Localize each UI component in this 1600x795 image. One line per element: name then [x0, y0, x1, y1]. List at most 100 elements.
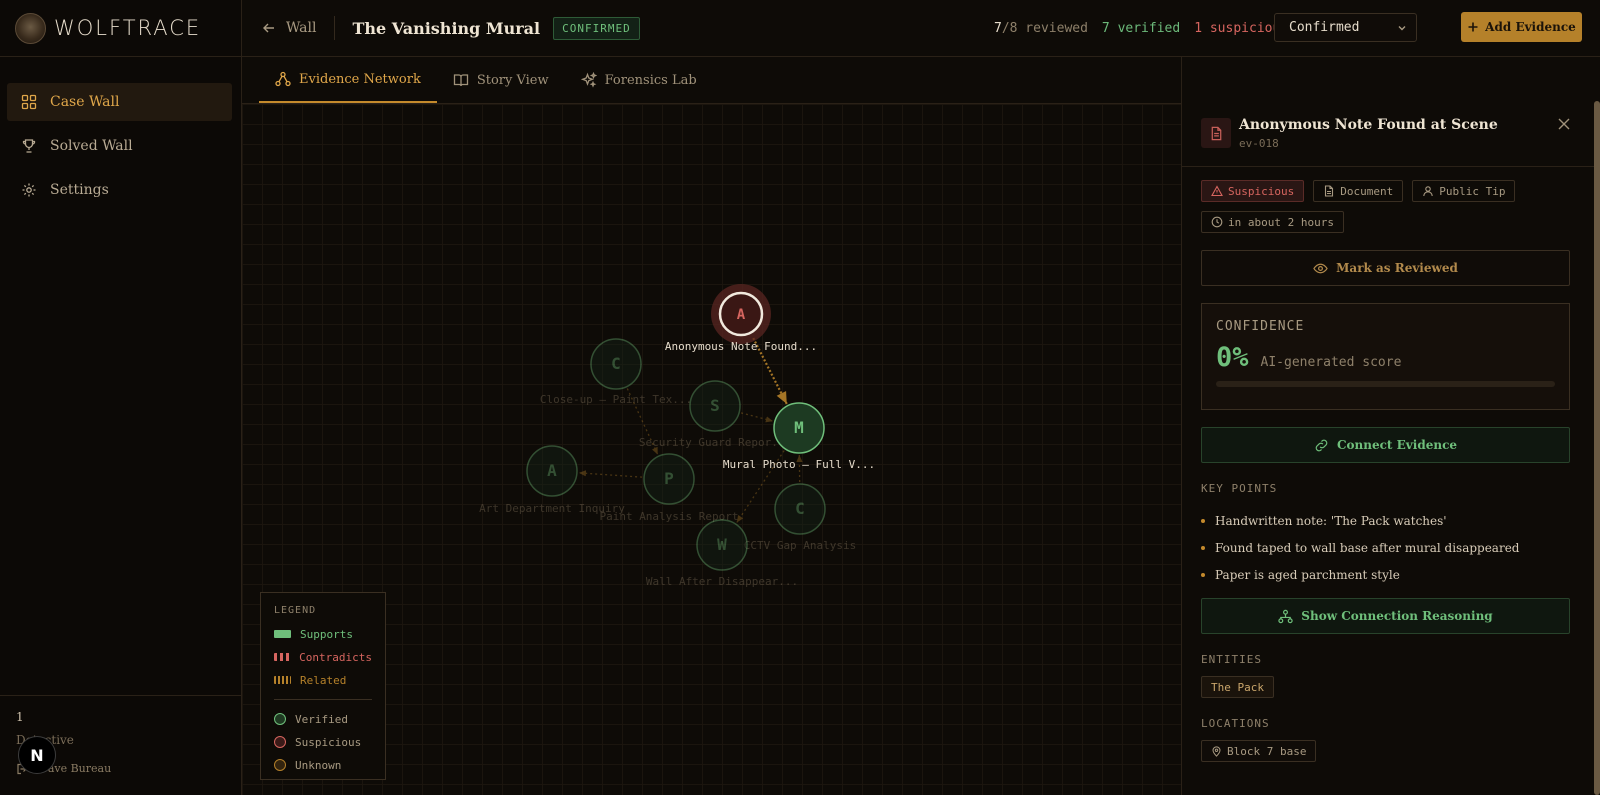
case-status-badge: CONFIRMED: [553, 16, 640, 40]
sidebar-item-label: Case Wall: [50, 94, 120, 110]
chip-label: Suspicious: [1228, 184, 1295, 198]
case-status-select[interactable]: Confirmed: [1274, 13, 1417, 42]
legend-verified: Verified: [274, 712, 372, 726]
sidebar-footer: 1 Detective Leave Bureau N: [0, 695, 242, 795]
evidence-node-C2[interactable]: C CCTV Gap Analysis: [744, 483, 857, 552]
legend-label: Related: [300, 673, 347, 687]
clock-icon: [1211, 216, 1223, 228]
legend-label: Suspicious: [295, 735, 362, 749]
entity-label: The Pack: [1211, 680, 1264, 694]
key-points-title: KEY POINTS: [1201, 482, 1278, 495]
sidebar-nav: Case Wall Solved Wall Settings: [0, 57, 241, 209]
location-label: Block 7 base: [1227, 744, 1307, 758]
tab-label: Evidence Network: [299, 71, 421, 87]
list-item: Handwritten note: 'The Pack watches': [1201, 507, 1519, 534]
supports-swatch: [274, 630, 291, 638]
close-panel-button[interactable]: [1557, 117, 1571, 131]
legend-divider: [274, 699, 372, 700]
evidence-node-W1[interactable]: W Wall After Disappear...: [646, 519, 798, 588]
entities-title: ENTITIES: [1201, 653, 1262, 666]
confidence-label: CONFIDENCE: [1216, 319, 1305, 334]
network-icon: [1278, 609, 1293, 623]
verified-dot: [274, 713, 286, 725]
legend-label: Verified: [295, 712, 348, 726]
key-points-list: Handwritten note: 'The Pack watches' Fou…: [1201, 507, 1519, 588]
entity-tag[interactable]: The Pack: [1201, 676, 1274, 698]
back-label: Wall: [286, 20, 317, 36]
network-icon: [275, 71, 291, 87]
add-evidence-button[interactable]: Add Evidence: [1461, 12, 1582, 42]
reviewed-total: /8 reviewed: [1001, 20, 1088, 36]
confidence-row: 0% AI-generated score: [1216, 342, 1555, 373]
brand[interactable]: WOLFTRACE: [0, 0, 241, 57]
back-to-wall-link[interactable]: Wall: [262, 16, 336, 40]
key-point-text: Handwritten note: 'The Pack watches': [1215, 513, 1447, 528]
node-letter: C: [795, 499, 805, 518]
status-badge: Suspicious: [1201, 180, 1305, 202]
sparkles-icon: [580, 72, 597, 88]
chip-label: Document: [1340, 184, 1394, 198]
legend: LEGEND Supports Contradicts Related Veri…: [260, 592, 386, 780]
evidence-detail-panel: Anonymous Note Found at Scene ev-018 Sus…: [1181, 57, 1600, 795]
confidence-note: AI-generated score: [1260, 355, 1402, 370]
tab-forensics-lab[interactable]: Forensics Lab: [565, 57, 713, 103]
sidebar-item-settings[interactable]: Settings: [7, 171, 232, 209]
case-status-value: Confirmed: [1289, 20, 1360, 35]
dev-tools-badge[interactable]: N: [18, 736, 56, 774]
node-letter: M: [794, 418, 804, 437]
case-count: 1: [16, 710, 24, 724]
node-label: Mural Photo – Full V...: [723, 458, 875, 471]
key-point-text: Paper is aged parchment style: [1215, 567, 1400, 582]
list-item: Paper is aged parchment style: [1201, 561, 1519, 588]
chip-label: Public Tip: [1439, 184, 1506, 198]
legend-related: Related: [274, 673, 372, 687]
user-icon: [1423, 186, 1433, 197]
chevron-down-icon: [1398, 25, 1406, 30]
legend-label: Contradicts: [299, 650, 372, 664]
panel-scrollbar[interactable]: [1594, 101, 1600, 795]
graph-link-S1-M1[interactable]: [740, 412, 774, 423]
confidence-bar: [1216, 381, 1555, 387]
document-icon: [1201, 118, 1231, 148]
gear-icon: [22, 183, 36, 197]
case-title: The Vanishing Mural: [352, 18, 541, 38]
mark-reviewed-button[interactable]: Mark as Reviewed: [1201, 250, 1570, 286]
evidence-node-A2[interactable]: AArt Department Inquiry: [479, 445, 625, 515]
evidence-node-P1[interactable]: PPaint Analysis Report: [599, 453, 739, 523]
chip-label: in about 2 hours: [1228, 215, 1334, 229]
sidebar: WOLFTRACE Case Wall Solved Wall Settings…: [0, 0, 242, 795]
sidebar-item-label: Solved Wall: [50, 138, 133, 154]
sidebar-item-solved-wall[interactable]: Solved Wall: [7, 127, 232, 165]
eye-icon: [1313, 263, 1328, 273]
legend-title: LEGEND: [274, 605, 317, 616]
brand-name: WOLFTRACE: [54, 16, 202, 40]
reviewed-count: 7: [994, 20, 1002, 36]
close-icon: [1558, 118, 1570, 130]
show-reasoning-button[interactable]: Show Connection Reasoning: [1201, 598, 1570, 634]
tab-label: Forensics Lab: [604, 72, 697, 88]
evidence-network-canvas[interactable]: A Anonymous Note Found... C Close-up – Pain…: [242, 104, 1181, 795]
node-letter: C: [611, 354, 621, 373]
review-stats: 7/8 reviewed 7 verified 1 suspicious: [994, 21, 1288, 36]
evidence-node-A1[interactable]: A Anonymous Note Found...: [665, 284, 817, 353]
connect-evidence-button[interactable]: Connect Evidence: [1201, 427, 1570, 463]
legend-supports: Supports: [274, 627, 372, 641]
sidebar-item-case-wall[interactable]: Case Wall: [7, 83, 232, 121]
tab-evidence-network[interactable]: Evidence Network: [259, 57, 437, 103]
detail-header: Anonymous Note Found at Scene ev-018: [1182, 57, 1600, 167]
evidence-node-S1[interactable]: S Security Guard Repor...: [639, 380, 791, 449]
unknown-dot: [274, 759, 286, 771]
confidence-card: CONFIDENCE 0% AI-generated score: [1201, 303, 1570, 410]
location-tag[interactable]: Block 7 base: [1201, 740, 1317, 762]
book-icon: [453, 74, 468, 87]
legend-label: Supports: [300, 627, 353, 641]
warning-icon: [1211, 185, 1223, 197]
key-point-text: Found taped to wall base after mural dis…: [1215, 540, 1520, 555]
contradicts-swatch: [274, 653, 291, 661]
top-bar: Wall The Vanishing Mural CONFIRMED 7/8 r…: [242, 0, 1600, 57]
node-label: Close-up – Paint Tex...: [540, 393, 692, 406]
node-letter: A: [547, 461, 557, 480]
graph-link-P1-A2[interactable]: [578, 470, 643, 478]
view-tabs: Evidence Network Story View Forensics La…: [242, 57, 1181, 104]
tab-story-view[interactable]: Story View: [437, 57, 565, 103]
